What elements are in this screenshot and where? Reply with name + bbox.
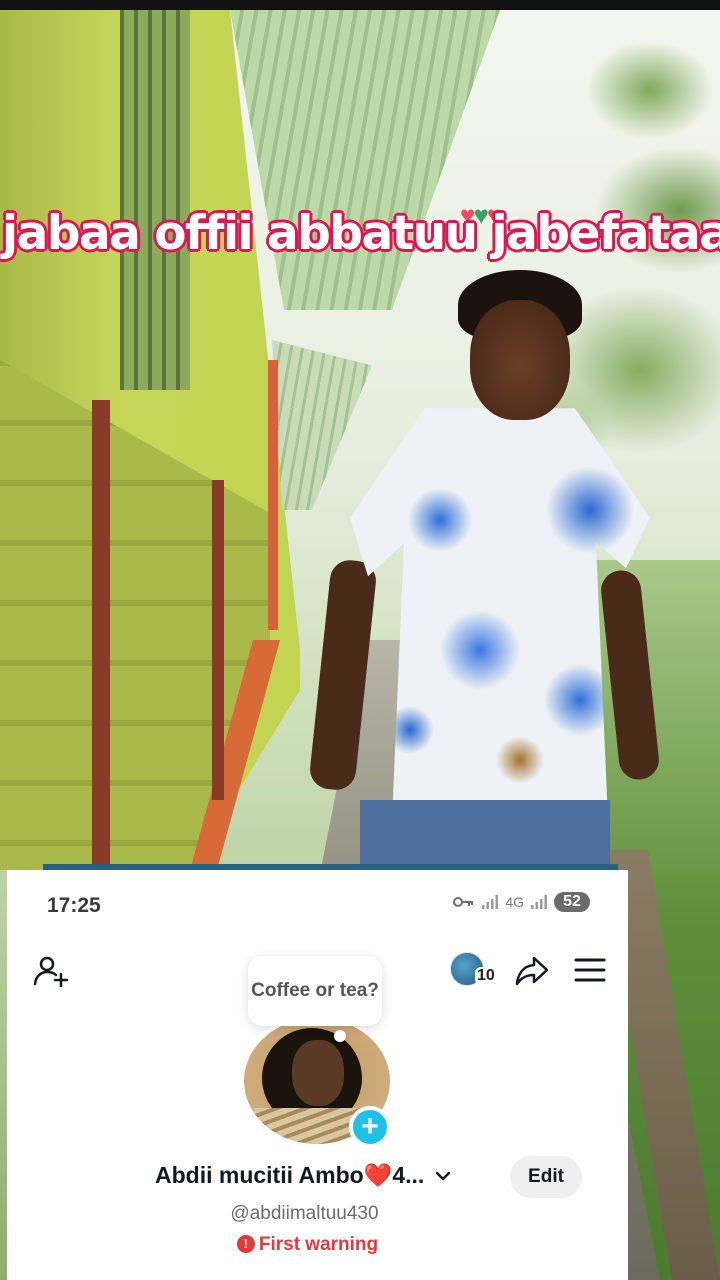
battery-level: 52 [554, 892, 590, 912]
status-icons: 4G 52 [453, 892, 590, 912]
name-row[interactable]: Abdii mucitii Ambo❤️4... [155, 1162, 454, 1189]
top-black-bar [0, 0, 720, 10]
edit-profile-button[interactable]: Edit [510, 1156, 582, 1198]
add-story-button[interactable]: + [349, 1106, 391, 1148]
viewer-count: 10 [475, 967, 497, 985]
profile-screenshot-card: 17:25 4G 52 10 Coffee or tea? + Abdii mu… [7, 870, 628, 1280]
share-icon [515, 956, 549, 986]
avatar-face [292, 1040, 344, 1106]
display-name: Abdii mucitii Ambo❤️4... [155, 1162, 425, 1188]
menu-icon [574, 958, 606, 982]
chevron-down-icon [436, 1171, 451, 1180]
plus-icon: + [361, 1110, 379, 1143]
signal-icon [482, 895, 499, 909]
warning-label: First warning [258, 1234, 379, 1255]
profile-viewers-button[interactable]: 10 [450, 950, 497, 990]
status-bubble[interactable]: Coffee or tea? [248, 956, 382, 1026]
person [308, 260, 661, 880]
share-button[interactable] [512, 950, 552, 990]
pillar [268, 360, 278, 630]
network-type: 4G [505, 894, 524, 910]
username-handle: @abdiimaltuu430 [230, 1203, 379, 1224]
person-head [470, 300, 570, 420]
header-actions: 10 [450, 950, 610, 990]
add-friend-icon [33, 956, 69, 988]
pillar [212, 480, 224, 800]
bubble-tail [334, 1030, 346, 1042]
video-caption: jabaa offii abbatuu jabefataa [2, 206, 720, 261]
building-windows [120, 10, 190, 390]
alert-icon: ! [236, 1234, 255, 1253]
person-arm [599, 568, 661, 782]
status-time: 17:25 [47, 894, 101, 917]
key-icon [453, 897, 474, 907]
add-friend-button[interactable] [31, 952, 71, 992]
pillar [92, 400, 110, 870]
person-arm [308, 558, 378, 792]
signal-icon [531, 895, 547, 909]
account-warning[interactable]: ! First warning [7, 1234, 628, 1256]
menu-button[interactable] [570, 950, 610, 990]
